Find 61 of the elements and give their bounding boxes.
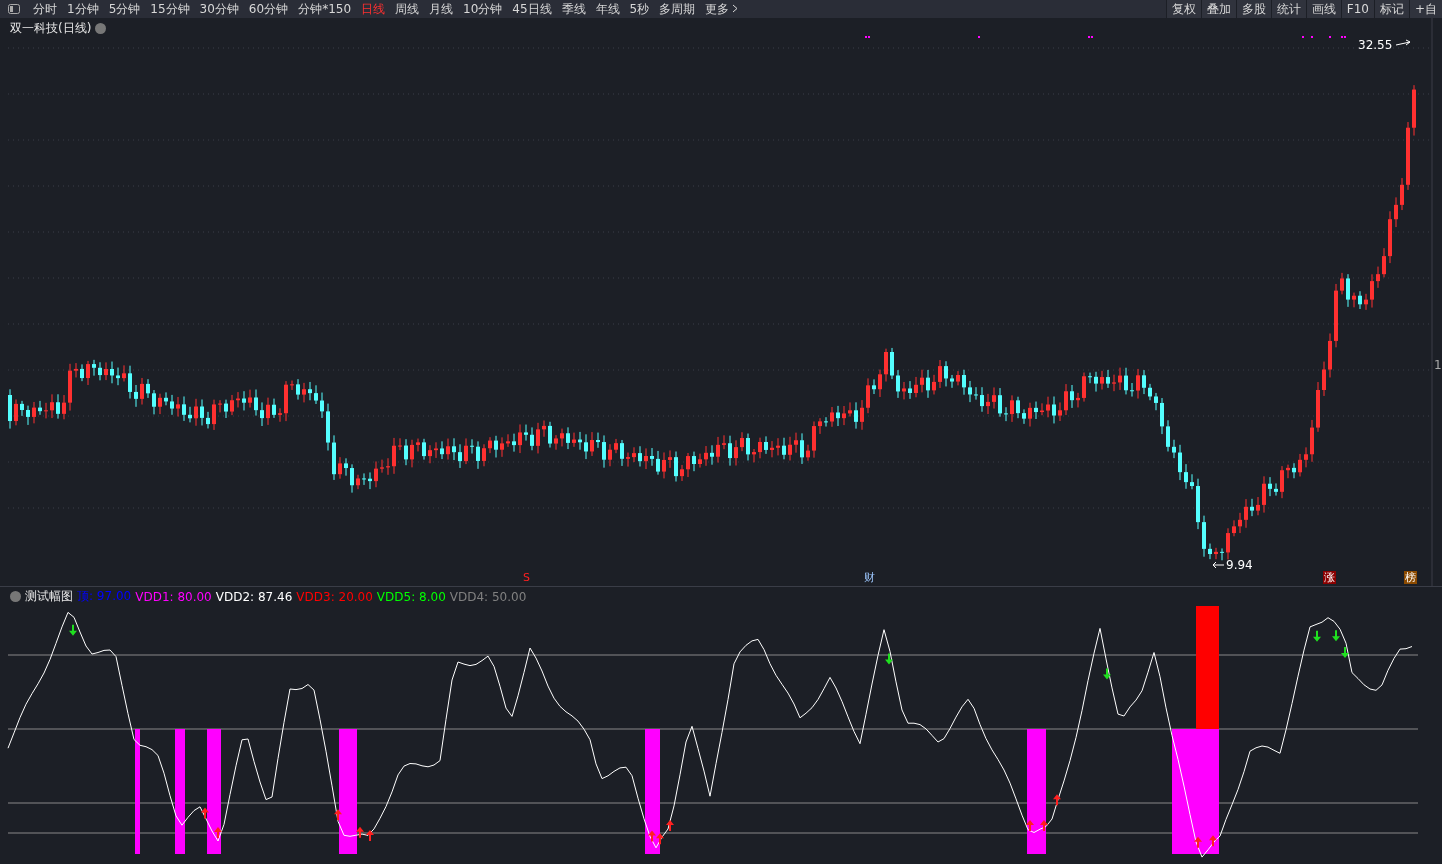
event-marker: 榜 — [1404, 571, 1417, 584]
period-tab[interactable]: 季线 — [556, 0, 591, 18]
arrow-up-icon — [1194, 836, 1202, 848]
arrow-down-icon — [1103, 668, 1111, 680]
arrow-up-icon — [356, 826, 364, 838]
toolbar-button[interactable]: 统计 — [1270, 0, 1306, 18]
period-tab[interactable]: 10分钟 — [458, 0, 508, 18]
event-marker: S — [522, 571, 531, 584]
more-button[interactable]: 更多 — [700, 0, 744, 18]
arrow-up-icon — [1026, 820, 1034, 831]
chevron-right-icon — [732, 3, 739, 13]
arrow-down-icon — [885, 653, 893, 665]
toolbar-button[interactable]: 画线 — [1305, 0, 1341, 18]
arrow-up-icon — [1053, 794, 1061, 806]
legend-value: VDD5: 8.00 — [376, 589, 446, 604]
period-tab[interactable]: 周线 — [390, 0, 425, 18]
arrow-down-icon — [1332, 630, 1340, 642]
period-tab[interactable]: 5秒 — [624, 0, 655, 18]
collapse-icon[interactable] — [10, 591, 21, 602]
period-tab[interactable]: 日线 — [356, 0, 391, 18]
period-tab[interactable]: 分时 — [28, 0, 62, 18]
toolbar-button[interactable]: 多股 — [1235, 0, 1271, 18]
period-tab[interactable]: 60分钟 — [243, 0, 294, 18]
period-tab[interactable]: 多周期 — [654, 0, 701, 18]
arrow-up-icon — [214, 827, 222, 838]
indicator-name: 测试幅图 — [25, 588, 73, 605]
period-tab[interactable]: 15分钟 — [145, 0, 195, 18]
legend-value: VDD1: 80.00 — [135, 589, 212, 604]
legend-value: VDD4: 50.00 — [449, 589, 527, 604]
arrow-up-icon — [201, 807, 209, 819]
arrow-down-icon — [1313, 630, 1321, 642]
toolbar-button[interactable]: 标记 — [1373, 0, 1409, 18]
period-tab[interactable]: 月线 — [424, 0, 459, 18]
period-tab[interactable]: 5分钟 — [103, 0, 146, 18]
low-price-label: 9.94 — [1226, 558, 1253, 572]
period-tab[interactable]: 年线 — [590, 0, 625, 18]
arrow-up-icon — [1209, 835, 1217, 847]
arrow-up-icon — [366, 830, 374, 841]
arrow-up-icon — [1040, 820, 1048, 831]
toolbar-button[interactable]: F10 — [1340, 0, 1374, 18]
arrow-down-icon — [69, 624, 77, 636]
panel-toggle-icon[interactable] — [8, 4, 20, 14]
dropdown-icon[interactable] — [95, 23, 107, 34]
period-tab[interactable]: 45日线 — [507, 0, 557, 18]
event-marker: 财 — [863, 571, 876, 584]
legend-value: VDD3: 20.00 — [296, 589, 373, 604]
arrow-down-icon — [1341, 647, 1349, 658]
period-tab[interactable]: 1分钟 — [62, 0, 104, 18]
stock-title: 双一科技(日线) — [10, 20, 92, 37]
legend-value: 顶: 97.00 — [77, 588, 132, 605]
toolbar-button[interactable]: 叠加 — [1200, 0, 1236, 18]
event-marker: 涨 — [1323, 571, 1336, 584]
toolbar-button[interactable]: +自 — [1408, 0, 1442, 18]
period-tab[interactable]: 30分钟 — [194, 0, 244, 18]
axis-label: 1 — [1434, 358, 1442, 372]
legend-value: VDD2: 87.46 — [215, 589, 293, 604]
toolbar-button[interactable]: 复权 — [1165, 0, 1201, 18]
high-price-label: 32.55 — [1358, 38, 1393, 52]
arrow-up-icon — [334, 809, 342, 821]
period-tab[interactable]: 分钟*150 — [293, 0, 357, 18]
arrow-up-icon — [666, 820, 674, 831]
